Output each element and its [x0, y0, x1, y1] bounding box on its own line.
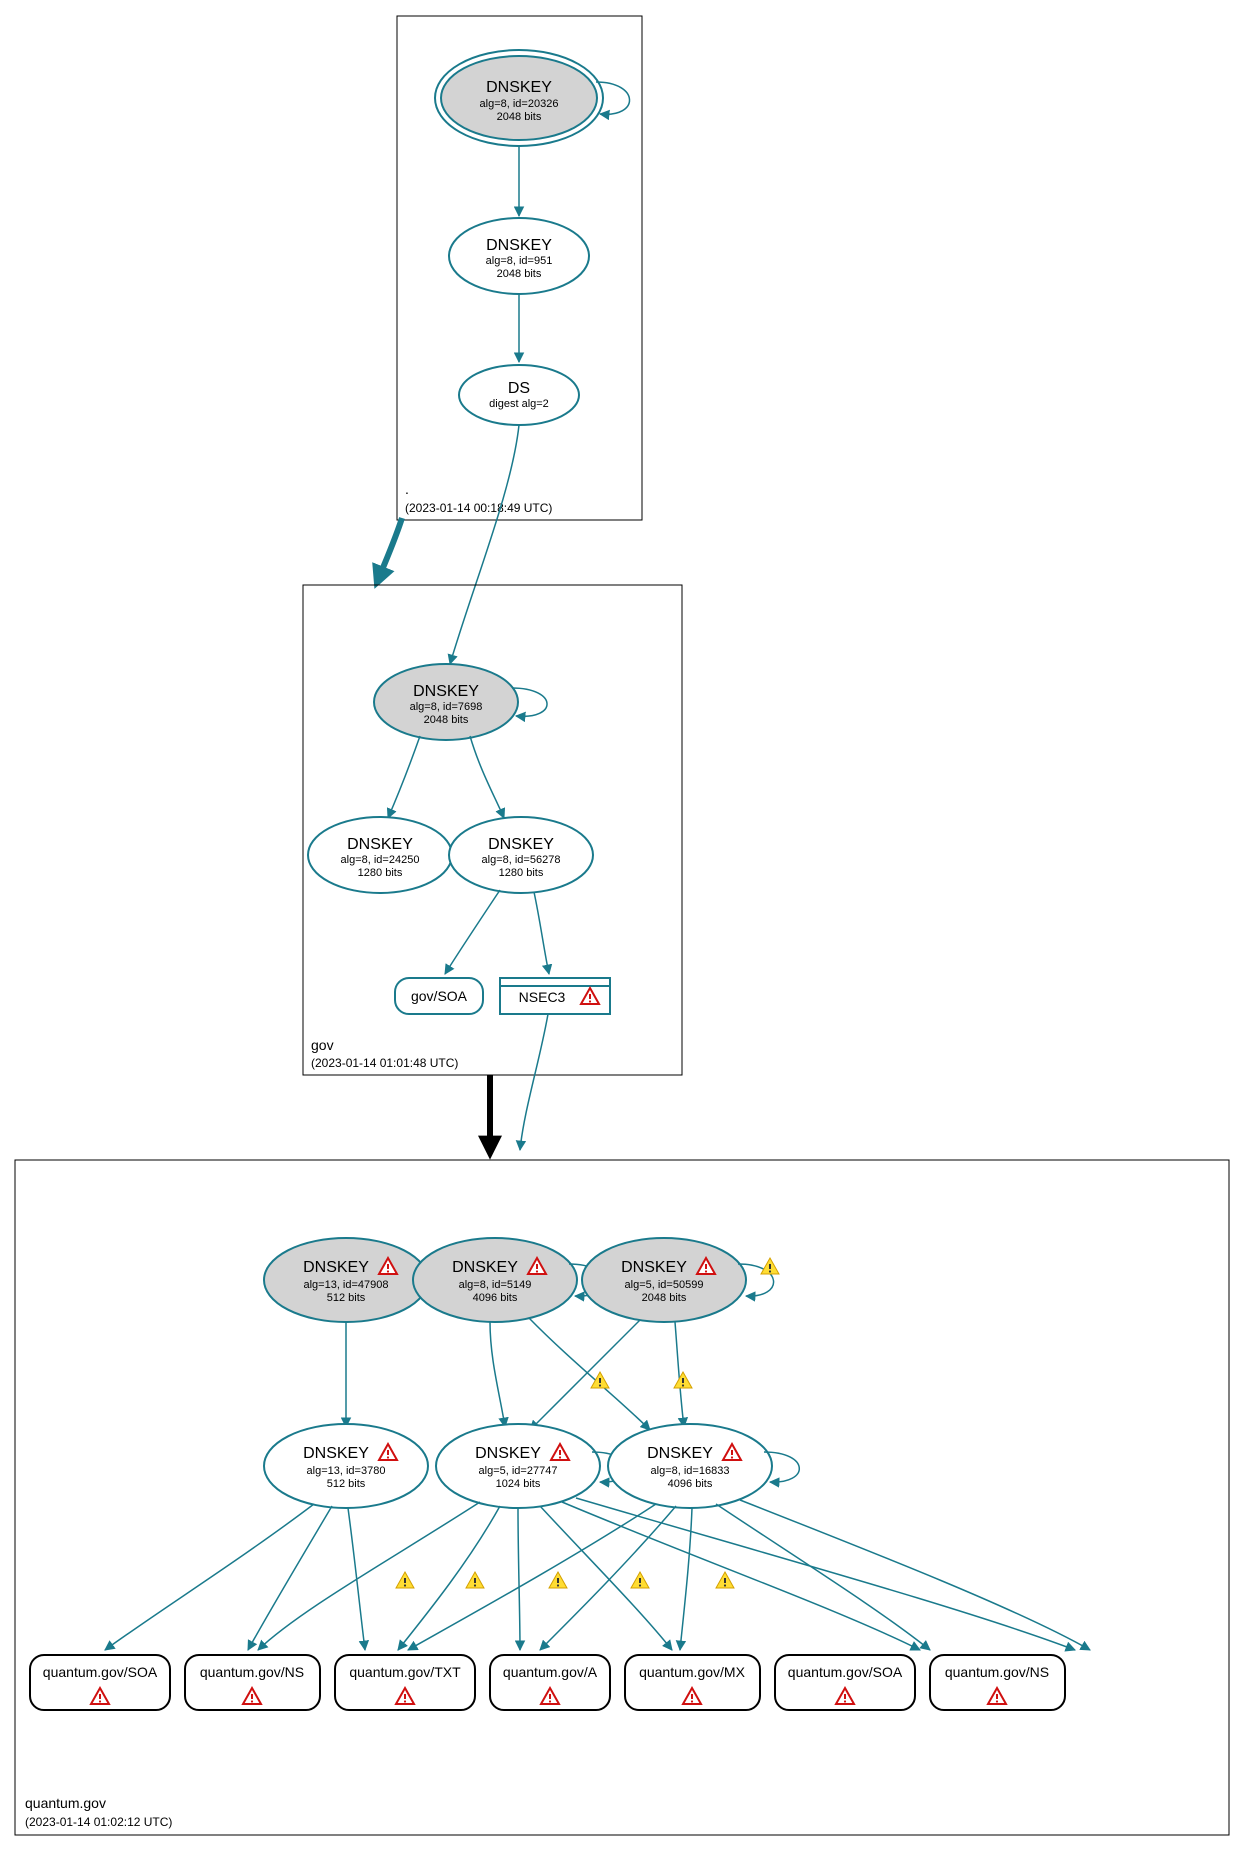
svg-text:alg=5, id=27747: alg=5, id=27747: [479, 1465, 558, 1477]
svg-text:DNSKEY: DNSKEY: [347, 836, 413, 853]
record-quantum-a[interactable]: quantum.gov/A: [490, 1655, 610, 1710]
warning-yellow-icon: [631, 1572, 649, 1588]
root-ds[interactable]: DS digest alg=2: [459, 365, 579, 425]
warning-yellow-icon: [591, 1372, 609, 1388]
edge: [530, 1320, 640, 1430]
warning-yellow-icon: [716, 1572, 734, 1588]
svg-text:DNSKEY: DNSKEY: [647, 1445, 713, 1462]
svg-text:2048 bits: 2048 bits: [497, 268, 542, 280]
dnssec-diagram: . (2023-01-14 00:18:49 UTC) DNSKEY alg=8…: [0, 0, 1244, 1857]
quantum-ksk-47908[interactable]: DNSKEY alg=13, id=47908 512 bits: [264, 1238, 428, 1322]
svg-text:DNSKEY: DNSKEY: [488, 836, 554, 853]
svg-text:1280 bits: 1280 bits: [358, 867, 403, 879]
svg-text:alg=8, id=951: alg=8, id=951: [486, 255, 553, 267]
svg-text:512 bits: 512 bits: [327, 1478, 366, 1490]
zone-gov: gov (2023-01-14 01:01:48 UTC) DNSKEY alg…: [303, 585, 682, 1075]
warning-yellow-icon: [761, 1258, 779, 1274]
edge: [445, 890, 500, 974]
svg-text:alg=8, id=20326: alg=8, id=20326: [480, 98, 559, 110]
edge: [470, 736, 504, 818]
svg-text:DNSKEY: DNSKEY: [413, 683, 479, 700]
record-quantum-mx[interactable]: quantum.gov/MX: [625, 1655, 760, 1710]
record-quantum-soa-2[interactable]: quantum.gov/SOA: [775, 1655, 915, 1710]
svg-text:DNSKEY: DNSKEY: [486, 79, 552, 96]
svg-text:quantum.gov/NS: quantum.gov/NS: [945, 1664, 1049, 1680]
zone-quantum-ts: (2023-01-14 01:02:12 UTC): [25, 1815, 172, 1829]
svg-text:2048 bits: 2048 bits: [497, 111, 542, 123]
svg-text:digest alg=2: digest alg=2: [489, 398, 549, 410]
svg-text:alg=8, id=56278: alg=8, id=56278: [482, 854, 561, 866]
zone-gov-ts: (2023-01-14 01:01:48 UTC): [311, 1056, 458, 1070]
svg-text:DS: DS: [508, 380, 530, 397]
gov-dnskey-56278[interactable]: DNSKEY alg=8, id=56278 1280 bits: [449, 817, 593, 893]
gov-dnskey-24250[interactable]: DNSKEY alg=8, id=24250 1280 bits: [308, 817, 452, 893]
zone-root-label: .: [405, 481, 409, 497]
warning-yellow-icon: [466, 1572, 484, 1588]
svg-text:4096 bits: 4096 bits: [668, 1478, 713, 1490]
svg-text:alg=13, id=47908: alg=13, id=47908: [303, 1279, 388, 1291]
zone-root-ts: (2023-01-14 00:18:49 UTC): [405, 501, 552, 515]
zone-quantum-label: quantum.gov: [25, 1795, 106, 1811]
svg-text:2048 bits: 2048 bits: [424, 714, 469, 726]
quantum-ksk-5149[interactable]: DNSKEY alg=8, id=5149 4096 bits: [413, 1238, 577, 1322]
root-dnskey-20326[interactable]: DNSKEY alg=8, id=20326 2048 bits: [435, 50, 603, 146]
zone-quantum: quantum.gov (2023-01-14 01:02:12 UTC) DN…: [15, 1160, 1229, 1835]
quantum-zsk-16833[interactable]: DNSKEY alg=8, id=16833 4096 bits: [608, 1424, 772, 1508]
record-quantum-ns-1[interactable]: quantum.gov/NS: [185, 1655, 320, 1710]
svg-text:quantum.gov/MX: quantum.gov/MX: [639, 1664, 745, 1680]
svg-text:quantum.gov/A: quantum.gov/A: [503, 1664, 598, 1680]
record-quantum-txt[interactable]: quantum.gov/TXT: [335, 1655, 475, 1710]
svg-text:DNSKEY: DNSKEY: [475, 1445, 541, 1462]
quantum-zsk-3780[interactable]: DNSKEY alg=13, id=3780 512 bits: [264, 1424, 428, 1508]
svg-text:DNSKEY: DNSKEY: [486, 237, 552, 254]
svg-text:gov/SOA: gov/SOA: [411, 988, 468, 1004]
svg-text:quantum.gov/SOA: quantum.gov/SOA: [788, 1664, 903, 1680]
edge: [490, 1322, 505, 1427]
warning-yellow-icon: [549, 1572, 567, 1588]
gov-soa[interactable]: gov/SOA: [395, 978, 483, 1014]
svg-text:DNSKEY: DNSKEY: [303, 1445, 369, 1462]
edge-ds-govkey: [450, 425, 519, 664]
svg-text:DNSKEY: DNSKEY: [303, 1259, 369, 1276]
svg-text:DNSKEY: DNSKEY: [621, 1259, 687, 1276]
quantum-ksk-50599[interactable]: DNSKEY alg=5, id=50599 2048 bits: [582, 1238, 746, 1322]
svg-text:quantum.gov/TXT: quantum.gov/TXT: [349, 1664, 461, 1680]
delegation-root-gov: [378, 518, 402, 580]
edge: [520, 1014, 548, 1150]
root-dnskey-951[interactable]: DNSKEY alg=8, id=951 2048 bits: [449, 218, 589, 294]
record-quantum-ns-2[interactable]: quantum.gov/NS: [930, 1655, 1065, 1710]
svg-text:alg=13, id=3780: alg=13, id=3780: [307, 1465, 386, 1477]
svg-text:alg=8, id=24250: alg=8, id=24250: [341, 854, 420, 866]
svg-text:alg=8, id=7698: alg=8, id=7698: [410, 701, 483, 713]
record-quantum-soa-1[interactable]: quantum.gov/SOA: [30, 1655, 170, 1710]
zone-gov-label: gov: [311, 1037, 334, 1053]
warning-yellow-icon: [674, 1372, 692, 1388]
gov-dnskey-7698[interactable]: DNSKEY alg=8, id=7698 2048 bits: [374, 664, 518, 740]
svg-text:4096 bits: 4096 bits: [473, 1292, 518, 1304]
svg-text:512 bits: 512 bits: [327, 1292, 366, 1304]
svg-text:alg=8, id=16833: alg=8, id=16833: [651, 1465, 730, 1477]
svg-text:quantum.gov/SOA: quantum.gov/SOA: [43, 1664, 158, 1680]
warning-yellow-icon: [396, 1572, 414, 1588]
quantum-zsk-27747[interactable]: DNSKEY alg=5, id=27747 1024 bits: [436, 1424, 600, 1508]
gov-nsec3[interactable]: NSEC3: [500, 978, 610, 1014]
svg-text:quantum.gov/NS: quantum.gov/NS: [200, 1664, 304, 1680]
zone-root: . (2023-01-14 00:18:49 UTC) DNSKEY alg=8…: [397, 16, 642, 520]
svg-text:2048 bits: 2048 bits: [642, 1292, 687, 1304]
edge: [388, 736, 420, 818]
svg-text:DNSKEY: DNSKEY: [452, 1259, 518, 1276]
svg-text:1024 bits: 1024 bits: [496, 1478, 541, 1490]
edge: [534, 892, 549, 974]
svg-text:alg=8, id=5149: alg=8, id=5149: [459, 1279, 532, 1291]
svg-text:1280 bits: 1280 bits: [499, 867, 544, 879]
svg-text:NSEC3: NSEC3: [519, 989, 566, 1005]
svg-text:alg=5, id=50599: alg=5, id=50599: [625, 1279, 704, 1291]
